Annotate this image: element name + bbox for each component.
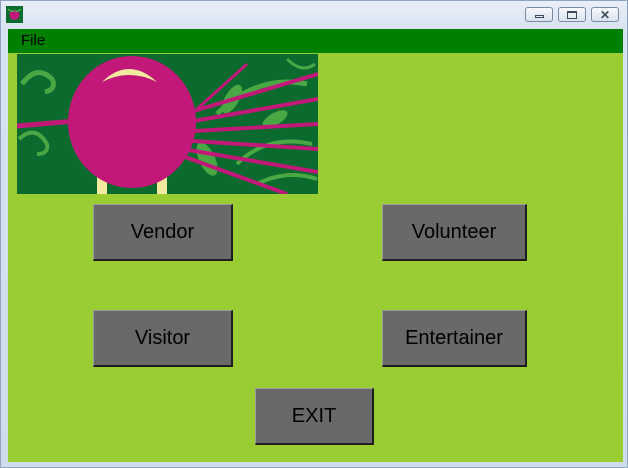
volunteer-button[interactable]: Volunteer	[382, 204, 527, 261]
visitor-button[interactable]: Visitor	[93, 310, 233, 367]
close-icon: ✕	[599, 7, 611, 22]
client-area: File Vendor Volunteer Visitor Entertaine…	[8, 29, 623, 462]
minimize-button[interactable]	[525, 7, 553, 22]
minimize-icon	[534, 15, 544, 18]
app-window: ✕ File Vendor Volunteer Visitor Entertai…	[0, 0, 628, 468]
maximize-button[interactable]	[558, 7, 586, 22]
vendor-button[interactable]: Vendor	[93, 204, 233, 261]
beet-icon	[6, 6, 23, 23]
close-button[interactable]: ✕	[591, 7, 619, 22]
entertainer-button[interactable]: Entertainer	[382, 310, 527, 367]
maximize-icon	[567, 10, 577, 19]
exit-button[interactable]: EXIT	[255, 388, 374, 445]
beet-banner-image	[17, 54, 318, 194]
menu-file[interactable]: File	[21, 32, 45, 50]
title-bar[interactable]: ✕	[1, 1, 627, 29]
menu-bar: File	[8, 29, 623, 53]
